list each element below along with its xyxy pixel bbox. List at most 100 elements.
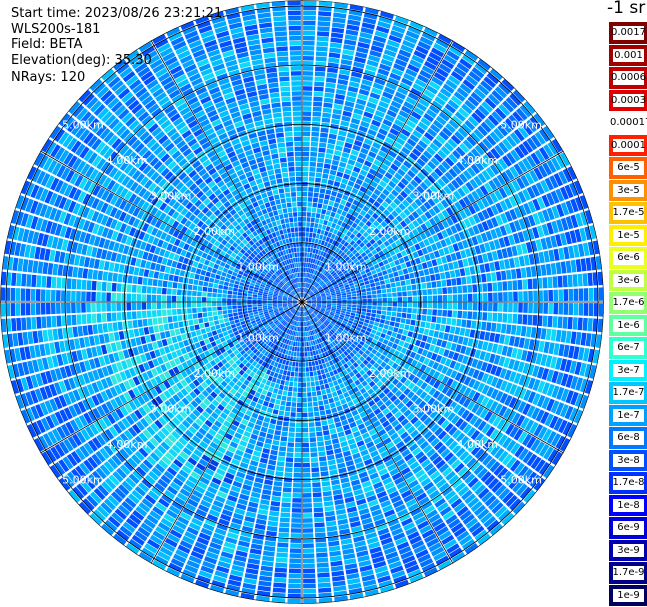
- ppi-bin: [22, 259, 29, 272]
- ppi-bin: [278, 451, 286, 457]
- ppi-bin: [303, 332, 306, 337]
- ppi-bin: [313, 497, 323, 503]
- ppi-bin: [198, 280, 204, 286]
- ppi-bin: [92, 324, 99, 335]
- ppi-bin: [513, 336, 521, 348]
- ppi-bin: [577, 317, 583, 331]
- ppi-bin: [399, 323, 405, 329]
- ppi-bin: [296, 412, 302, 418]
- ppi-bin: [142, 318, 148, 327]
- ppi-bin: [98, 260, 105, 270]
- ppi-bin: [331, 484, 341, 491]
- ppi-bin: [508, 335, 516, 347]
- ppi-bin: [27, 331, 34, 345]
- ppi-bin: [499, 334, 506, 344]
- ppi-bin: [346, 306, 352, 310]
- ppi-bin: [27, 259, 34, 273]
- ppi-bin: [294, 367, 299, 372]
- ppi-bin: [296, 417, 302, 423]
- ppi-bin: [269, 397, 276, 404]
- ppi-bin: [266, 190, 273, 197]
- ppi-bin: [315, 385, 321, 391]
- ppi-bin: [126, 302, 132, 311]
- ppi-bin: [454, 327, 461, 335]
- ppi-bin: [181, 333, 187, 341]
- ppi-bin: [256, 210, 263, 217]
- ppi-bin: [272, 486, 282, 492]
- ppi-bin: [262, 300, 267, 302]
- ppi-bin: [498, 302, 503, 312]
- ppi-bin: [261, 378, 267, 385]
- ppi-bin: [379, 319, 386, 324]
- ppi-bin: [567, 317, 573, 330]
- ppi-bin: [302, 337, 304, 342]
- ppi-bin: [306, 382, 311, 387]
- ppi-bin: [295, 427, 302, 433]
- ppi-bin: [302, 528, 314, 533]
- ppi-bin: [257, 299, 262, 302]
- ppi-bin: [302, 422, 309, 428]
- ppi-bin: [195, 268, 202, 275]
- ppi-bin: [128, 329, 135, 338]
- ppi-bin: [333, 396, 340, 402]
- ppi-bin: [464, 328, 471, 337]
- ppi-bin: [285, 360, 290, 366]
- ppi-bin: [217, 310, 223, 315]
- ppi-bin: [318, 451, 326, 457]
- ppi-bin: [222, 310, 228, 315]
- ppi-bin: [558, 303, 564, 315]
- ppi-bin: [286, 396, 292, 402]
- ppi-bin: [275, 562, 288, 568]
- ppi-bin: [52, 263, 59, 276]
- ppi-bin: [280, 436, 288, 442]
- ppi-bin: [323, 435, 331, 441]
- ppi-bin: [522, 314, 528, 325]
- ppi-bin: [86, 313, 92, 324]
- ppi-bin: [527, 314, 533, 326]
- ppi-bin: [193, 279, 199, 286]
- ppi-bin: [331, 375, 337, 382]
- ppi-bin: [271, 205, 277, 211]
- ppi-bin: [260, 565, 274, 572]
- ppi-bin: [296, 407, 302, 413]
- ppi-bin: [219, 337, 226, 343]
- ppi-bin: [215, 274, 221, 280]
- ppi-bin: [382, 328, 388, 334]
- ppi-bin: [562, 316, 568, 329]
- ppi-bin: [15, 303, 21, 316]
- ppi-bin: [178, 276, 184, 283]
- ppi-bin: [312, 482, 321, 488]
- ppi-bin: [237, 302, 242, 306]
- ppi-bin: [30, 288, 36, 301]
- ppi-bin: [91, 313, 97, 324]
- ppi-bin: [176, 308, 182, 315]
- ppi-bin: [262, 550, 275, 557]
- ppi-bin: [259, 215, 265, 222]
- ppi-bin: [259, 575, 272, 582]
- ppi-bin: [106, 282, 112, 292]
- ppi-bin: [161, 257, 168, 265]
- ppi-bin: [422, 302, 428, 309]
- ppi-bin: [255, 518, 267, 525]
- ppi-bin: [130, 338, 137, 347]
- ppi-bin: [11, 272, 17, 286]
- ppi-bin: [45, 303, 51, 315]
- ppi-bin: [101, 292, 106, 302]
- ppi-bin: [128, 266, 135, 275]
- ppi-bin: [258, 580, 272, 587]
- ppi-bin: [219, 261, 226, 267]
- ppi-bin: [132, 320, 138, 329]
- ppi-bin: [186, 296, 192, 302]
- ppi-bin: [136, 311, 142, 319]
- ppi-bin: [71, 302, 76, 314]
- ppi-bin: [161, 339, 168, 347]
- ppi-bin: [126, 284, 132, 293]
- ppi-bin: [81, 279, 87, 290]
- ppi-bin: [81, 302, 86, 313]
- ppi-bin: [111, 282, 117, 292]
- ppi-bin: [267, 375, 273, 382]
- ppi-bin: [270, 500, 281, 507]
- ppi-plot: 1.00km 1.00km1.00km 1.00km2.00km 2.00km2.00…: [0, 0, 604, 604]
- ppi-bin: [263, 384, 270, 391]
- ppi-bin: [37, 261, 44, 274]
